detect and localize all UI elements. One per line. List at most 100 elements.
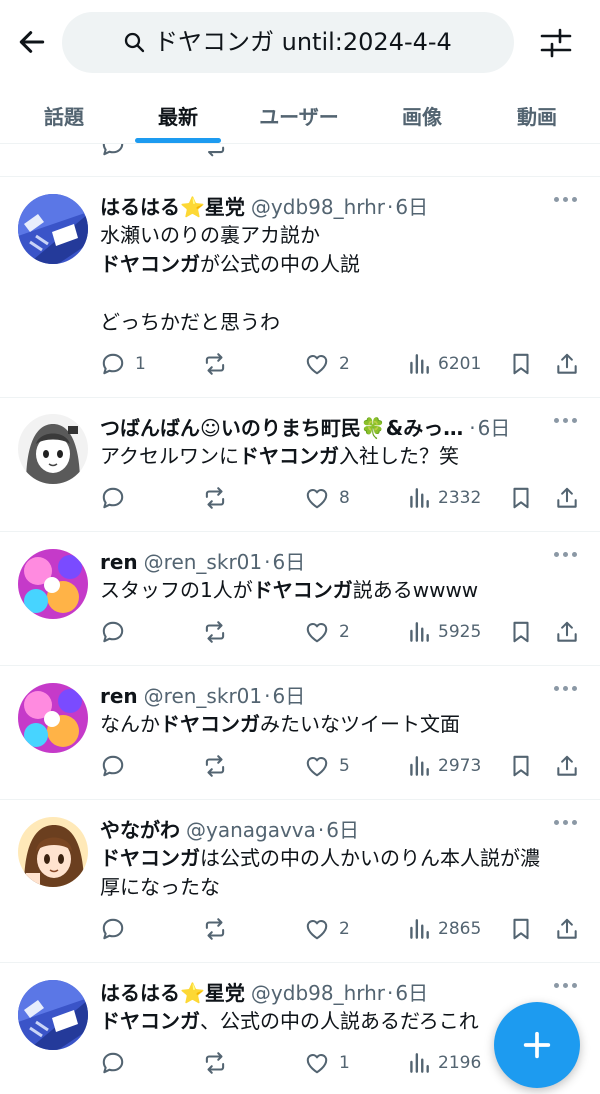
repost-icon [205, 487, 225, 509]
like-count: 2 [339, 354, 350, 374]
views-button[interactable]: 2865 [406, 914, 481, 944]
back-button[interactable] [14, 24, 50, 60]
like-button[interactable]: 2 [304, 914, 350, 944]
user-handle[interactable]: @ydb98_hrhr [251, 195, 385, 219]
share-icon [557, 918, 577, 939]
repost-button[interactable] [202, 483, 228, 513]
like-button[interactable]: 8 [304, 483, 350, 513]
more-options-icon[interactable] [554, 682, 578, 694]
bookmark-icon [513, 621, 529, 643]
more-options-icon[interactable] [554, 193, 578, 205]
reply-button[interactable] [100, 617, 126, 647]
avatar[interactable] [18, 414, 88, 484]
reply-button[interactable] [100, 914, 126, 944]
more-options-icon[interactable] [554, 979, 578, 991]
more-options-icon[interactable] [554, 548, 578, 560]
bookmark-button[interactable] [508, 483, 534, 513]
bookmark-button[interactable] [508, 617, 534, 647]
post-text: スタッフの1人がドヤコンガ説あるwwww [100, 578, 479, 602]
more-options-icon[interactable] [554, 414, 578, 426]
share-button[interactable] [554, 349, 580, 379]
post-header: つばんばん☺いのりまち町民🍀&みっ… · 6日 [100, 412, 510, 440]
post-card[interactable]: やながわ @yanagavva · 6日 ドヤコンガは公式の中の人かいのりん本人… [0, 800, 600, 963]
like-count: 5 [339, 756, 350, 776]
views-button[interactable]: 5925 [406, 617, 481, 647]
post-card[interactable]: ren @ren_skr01 · 6日 なんかドヤコンガみたいなツイート文面 5… [0, 666, 600, 800]
repost-button[interactable] [202, 1048, 228, 1078]
reply-button[interactable] [100, 483, 126, 513]
display-name[interactable]: やながわ [100, 814, 180, 843]
share-button[interactable] [554, 914, 580, 944]
share-icon [557, 353, 577, 374]
display-name[interactable]: ren [100, 550, 138, 574]
more-options-icon[interactable] [554, 816, 578, 828]
avatar[interactable] [18, 194, 88, 264]
view-count: 2865 [438, 919, 482, 939]
display-name[interactable]: はるはる⭐星党 [100, 191, 245, 220]
post-card[interactable]: ren @ren_skr01 · 6日 スタッフの1人がドヤコンガ説あるwwww… [0, 532, 600, 666]
like-button[interactable]: 1 [304, 1048, 350, 1078]
repost-icon [205, 755, 225, 777]
user-handle[interactable]: @yanagavva [186, 818, 316, 842]
bookmark-button[interactable] [508, 914, 534, 944]
like-button[interactable]: 2 [304, 617, 350, 647]
search-input[interactable]: ドヤコンガ until:2024-4-4 [62, 12, 514, 73]
display-name[interactable]: ren [100, 684, 138, 708]
search-query-text: ドヤコンガ until:2024-4-4 [154, 28, 452, 56]
share-button[interactable] [554, 751, 580, 781]
post-time: 6日 [272, 550, 306, 574]
repost-button[interactable] [202, 617, 228, 647]
user-handle[interactable]: @ren_skr01 [144, 684, 262, 708]
bookmark-button[interactable] [508, 349, 534, 379]
post-header: はるはる⭐星党 @ydb98_hrhr · 6日 [100, 191, 428, 219]
view-count: 2973 [438, 756, 482, 776]
search-filter-button[interactable] [536, 24, 576, 62]
tab-photos[interactable]: 画像 [370, 86, 474, 144]
timeline-feed: はるはる⭐星党 @ydb98_hrhr · 6日 水瀬いのりの裏アカ説か ドヤコ… [0, 0, 600, 1094]
heart-icon [306, 488, 328, 509]
share-icon [557, 487, 577, 508]
post-actions: 8 2332 [0, 483, 600, 513]
share-icon [557, 621, 577, 642]
bookmark-button[interactable] [508, 751, 534, 781]
views-chart-icon [410, 1053, 429, 1073]
share-button[interactable] [554, 617, 580, 647]
views-button[interactable]: 2196 [406, 1048, 481, 1078]
post-card[interactable]: はるはる⭐星党 @ydb98_hrhr · 6日 水瀬いのりの裏アカ説か ドヤコ… [0, 177, 600, 398]
tab-latest[interactable]: 最新 [128, 86, 228, 144]
post-text: アクセルワンにドヤコンガ入社した？笑 [100, 444, 459, 468]
reply-icon [102, 487, 124, 509]
avatar[interactable] [18, 549, 88, 619]
active-tab-indicator [135, 138, 221, 143]
user-handle[interactable]: @ydb98_hrhr [251, 981, 385, 1005]
reply-icon [102, 621, 124, 643]
dot-separator: · [264, 684, 271, 708]
views-button[interactable]: 2973 [406, 751, 481, 781]
like-button[interactable]: 2 [304, 349, 350, 379]
views-button[interactable]: 2332 [406, 483, 481, 513]
anime-girl-avatar-image [18, 414, 88, 484]
display-name[interactable]: はるはる⭐星党 [100, 977, 245, 1006]
heart-icon [306, 756, 328, 777]
display-name[interactable]: つばんばん☺いのりまち町民🍀&みっ… [100, 412, 463, 441]
tab-people[interactable]: ユーザー [228, 86, 370, 144]
share-button[interactable] [554, 483, 580, 513]
repost-button[interactable] [202, 914, 228, 944]
reply-button[interactable]: 1 [100, 349, 146, 379]
tab-top[interactable]: 話題 [0, 86, 128, 144]
like-button[interactable]: 5 [304, 751, 350, 781]
post-header: はるはる⭐星党 @ydb98_hrhr · 6日 [100, 977, 428, 1005]
dot-separator: · [387, 195, 394, 219]
avatar[interactable] [18, 683, 88, 753]
avatar[interactable] [18, 980, 88, 1050]
avatar[interactable] [18, 817, 88, 887]
tab-videos[interactable]: 動画 [474, 86, 600, 144]
views-button[interactable]: 6201 [406, 349, 481, 379]
reply-button[interactable] [100, 751, 126, 781]
repost-button[interactable] [202, 751, 228, 781]
compose-post-button[interactable] [494, 1002, 580, 1088]
post-card[interactable]: つばんばん☺いのりまち町民🍀&みっ… · 6日 アクセルワンにドヤコンガ入社した… [0, 398, 600, 532]
repost-button[interactable] [202, 349, 228, 379]
user-handle[interactable]: @ren_skr01 [144, 550, 262, 574]
reply-button[interactable] [100, 1048, 126, 1078]
